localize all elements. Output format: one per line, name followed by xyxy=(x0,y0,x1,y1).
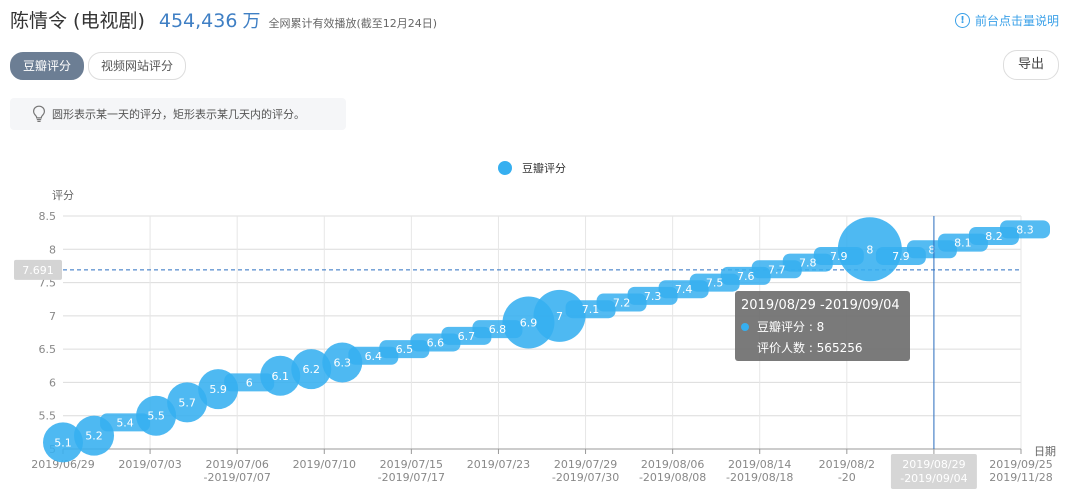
data-label: 7.4 xyxy=(675,283,693,296)
rating-chart: 豆瓣评分评分日期55.566.577.588.52019/06/292019/0… xyxy=(14,161,1056,489)
tooltip-count-value: 评价人数 : 565256 xyxy=(757,340,862,355)
x-tick-label: 2019/08/2 xyxy=(819,458,875,471)
x-tick-label-2: -2019/09/04 xyxy=(900,472,967,485)
x-tick-label-2: -2019/08/08 xyxy=(639,471,706,484)
data-label: 7.9 xyxy=(830,250,848,263)
y-tick-label: 7 xyxy=(49,310,56,323)
data-label: 7.9 xyxy=(892,250,910,263)
data-label: 8.3 xyxy=(1016,223,1034,236)
x-tick-label-2: -2019/07/30 xyxy=(552,471,619,484)
data-label: 7.6 xyxy=(737,270,755,283)
data-label: 6.9 xyxy=(520,317,538,330)
data-label: 8 xyxy=(866,243,873,256)
x-tick-label: 2019/07/03 xyxy=(118,458,181,471)
data-label: 6.6 xyxy=(427,336,445,349)
y-tick-label: 6.5 xyxy=(39,343,57,356)
data-label: 6 xyxy=(246,376,253,389)
data-label: 7.8 xyxy=(799,257,817,270)
x-tick-label: 2019/07/29 xyxy=(554,458,617,471)
tooltip-series-value: 豆瓣评分 : 8 xyxy=(757,320,824,334)
y-axis-label: 评分 xyxy=(52,189,74,202)
x-tick-label: 2019/08/14 xyxy=(728,458,791,471)
x-tick-label: 2019/08/06 xyxy=(641,458,704,471)
x-tick-label: 2019/07/15 xyxy=(380,458,443,471)
data-label: 6.7 xyxy=(458,330,476,343)
x-tick-label-2: -20 xyxy=(838,471,856,484)
y-tick-label: 8 xyxy=(49,243,56,256)
data-label: 8.1 xyxy=(954,237,972,250)
data-label: 5.2 xyxy=(85,430,103,443)
data-label: 7 xyxy=(556,310,563,323)
data-label: 6.2 xyxy=(303,363,321,376)
legend-label: 豆瓣评分 xyxy=(522,161,566,175)
x-tick-label: 2019/09/25 xyxy=(989,458,1052,471)
data-label: 7.1 xyxy=(582,303,600,316)
data-label: 5.1 xyxy=(54,436,72,449)
data-label: 7.5 xyxy=(706,277,724,290)
x-tick-label: 2019/08/29 xyxy=(902,458,965,471)
x-tick-label: 2019/07/10 xyxy=(293,458,356,471)
data-label: 6.8 xyxy=(489,323,507,336)
x-tick-label-2: -2019/08/18 xyxy=(726,471,793,484)
y-tick-label: 6 xyxy=(49,376,56,389)
x-tick-label: 2019/07/23 xyxy=(467,458,530,471)
data-label: 5.5 xyxy=(147,410,165,423)
data-label: 7.3 xyxy=(644,290,662,303)
data-label: 6.5 xyxy=(396,343,414,356)
data-label: 6.1 xyxy=(271,370,289,383)
tooltip-marker xyxy=(741,323,749,331)
x-tick-label-2: -2019/07/07 xyxy=(203,471,270,484)
legend-marker xyxy=(498,161,512,175)
data-label: 7.7 xyxy=(768,263,786,276)
x-axis-label: 日期 xyxy=(1034,445,1056,458)
data-label: 5.4 xyxy=(116,416,134,429)
data-label: 8.2 xyxy=(985,230,1003,243)
data-label: 5.7 xyxy=(178,396,196,409)
x-tick-label-2: -2019/07/17 xyxy=(378,471,445,484)
data-label: 7.2 xyxy=(613,297,631,310)
data-label: 6.4 xyxy=(365,350,383,363)
x-tick-label: 2019/07/06 xyxy=(205,458,268,471)
y-tick-label: 5.5 xyxy=(39,410,57,423)
y-tick-label: 8.5 xyxy=(39,210,57,223)
data-label: 6.3 xyxy=(334,356,352,369)
tooltip-title: 2019/08/29 -2019/09/04 xyxy=(741,298,900,313)
data-label: 5.9 xyxy=(209,383,227,396)
average-label: 7.691 xyxy=(22,264,54,277)
x-tick-label-2: 2019/11/28 xyxy=(989,471,1052,484)
